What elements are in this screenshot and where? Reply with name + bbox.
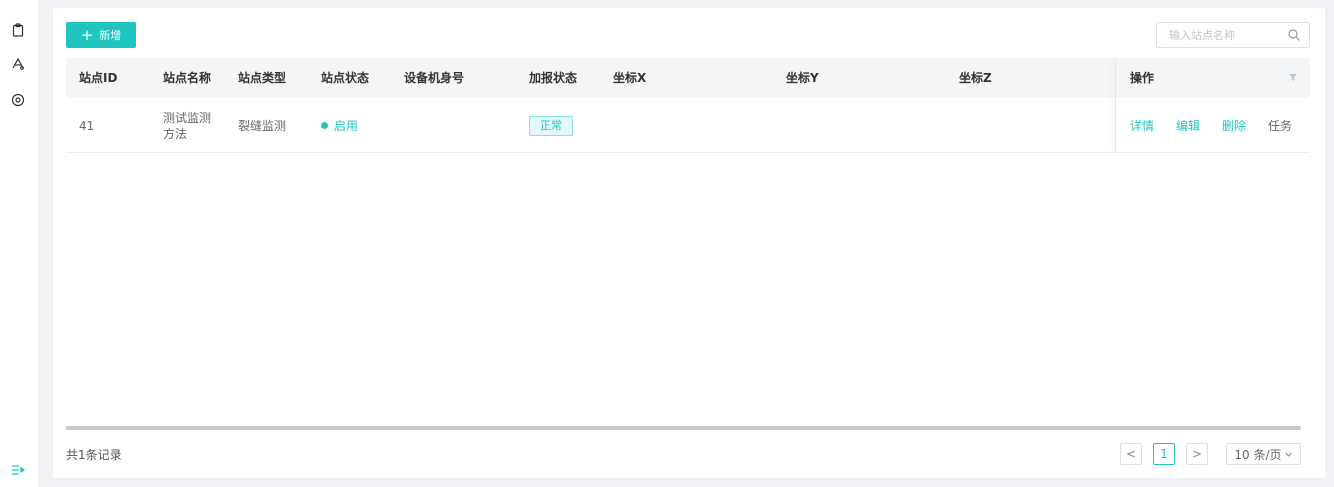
table-header: 站点ID 站点名称 站点类型 站点状态 设备机身号 加报状态 坐标X 坐标Y 坐…: [66, 58, 1310, 98]
cell-station-type: 裂缝监测: [238, 119, 287, 133]
add-button[interactable]: + 新增: [66, 22, 136, 48]
menu-collapse-icon[interactable]: [9, 461, 27, 479]
page-size-label: 10 条/页: [1234, 447, 1282, 462]
page-size-select[interactable]: 10 条/页: [1226, 443, 1301, 465]
chevron-left-icon: <: [1125, 447, 1137, 461]
plus-icon: +: [80, 25, 94, 44]
header-coord-x: 坐标X: [613, 71, 647, 85]
page-number-button[interactable]: 1: [1153, 443, 1175, 465]
cell-station-id: 41: [79, 118, 95, 133]
cell-station-status: 启用: [321, 98, 358, 153]
detail-link[interactable]: 详情: [1130, 117, 1154, 134]
cell-station-name-wrap: 测试监测方法: [163, 98, 215, 153]
prev-page-button[interactable]: <: [1120, 443, 1142, 465]
cell-report-status: 正常: [529, 98, 573, 153]
filter-icon[interactable]: [1288, 72, 1298, 82]
search-input[interactable]: [1157, 23, 1283, 47]
header-station-id: 站点ID: [79, 71, 118, 85]
add-button-label: 新增: [99, 29, 122, 42]
header-coord-y: 坐标Y: [786, 71, 819, 85]
clipboard-icon[interactable]: [9, 21, 27, 39]
table-row: 41 测试监测方法 裂缝监测 启用 正常 详情 编辑 删除 任务: [66, 98, 1310, 153]
total-records: 共1条记录: [66, 448, 122, 462]
station-icon[interactable]: [9, 55, 27, 73]
header-device-serial: 设备机身号: [404, 71, 465, 85]
search-box: [1156, 22, 1310, 48]
header-coord-z: 坐标Z: [959, 71, 992, 85]
main-panel: + 新增 站点ID 站点名称 站点类型 站点状态 设备机身号 加报状态 坐标X …: [53, 8, 1325, 478]
chevron-right-icon: >: [1191, 447, 1203, 461]
report-status-badge: 正常: [529, 115, 573, 136]
delete-link[interactable]: 删除: [1222, 117, 1246, 134]
settings-icon[interactable]: [9, 91, 27, 109]
task-link[interactable]: 任务: [1268, 117, 1292, 134]
cell-station-name: 测试监测方法: [163, 110, 212, 141]
status-dot-icon: [321, 122, 328, 129]
horizontal-scrollbar[interactable]: [66, 426, 1301, 430]
next-page-button[interactable]: >: [1186, 443, 1208, 465]
status-text: 启用: [334, 119, 359, 133]
header-station-status: 站点状态: [321, 71, 370, 85]
edit-link[interactable]: 编辑: [1176, 117, 1200, 134]
header-report-status: 加报状态: [529, 71, 578, 85]
search-icon[interactable]: [1287, 28, 1301, 42]
header-actions: 操作: [1130, 71, 1155, 85]
fixed-column-divider: [1115, 58, 1116, 153]
header-station-name: 站点名称: [163, 71, 212, 85]
sidebar-rail: [0, 0, 38, 487]
header-station-type: 站点类型: [238, 71, 287, 85]
chevron-down-icon: [1284, 452, 1292, 457]
cell-actions: 详情 编辑 删除 任务: [1130, 98, 1292, 153]
